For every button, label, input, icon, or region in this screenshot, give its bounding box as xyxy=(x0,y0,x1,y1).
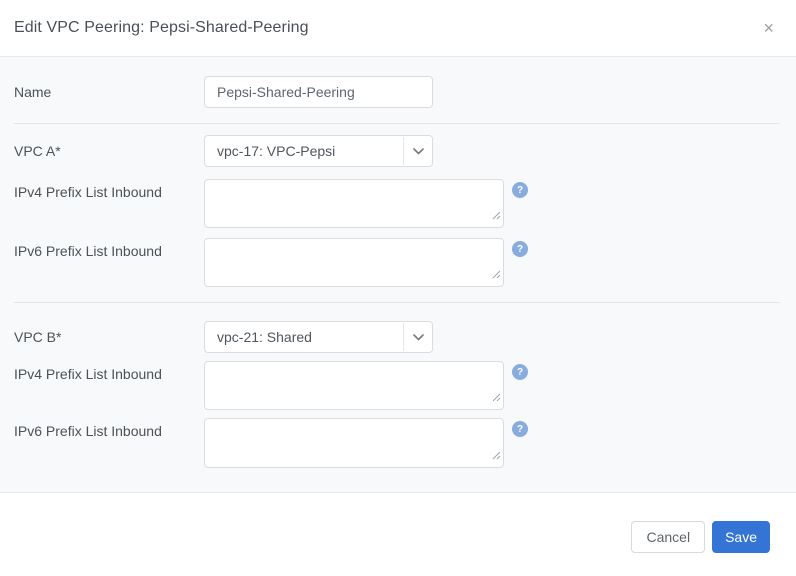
modal-title: Edit VPC Peering: Pepsi-Shared-Peering xyxy=(14,19,759,37)
vpc-b-row: VPC B* vpc-21: Shared xyxy=(14,321,780,353)
help-icon[interactable]: ? xyxy=(512,421,528,437)
help-icon[interactable]: ? xyxy=(512,182,528,198)
name-label: Name xyxy=(14,76,204,108)
vpc-a-ipv6-textarea-wrap xyxy=(204,238,504,287)
vpc-a-label: VPC A* xyxy=(14,135,204,167)
vpc-b-select[interactable]: vpc-21: Shared xyxy=(204,321,433,353)
vpc-a-ipv4-textarea[interactable] xyxy=(204,179,504,228)
section-divider xyxy=(14,123,780,124)
chevron-down-icon xyxy=(404,136,432,166)
chevron-down-icon xyxy=(404,322,432,352)
modal-footer: Cancel Save xyxy=(0,492,796,576)
vpc-a-selected-value: vpc-17: VPC-Pepsi xyxy=(205,136,403,166)
vpc-b-ipv4-label: IPv4 Prefix List Inbound xyxy=(14,361,204,387)
vpc-a-row: VPC A* vpc-17: VPC-Pepsi xyxy=(14,135,780,167)
close-icon[interactable]: × xyxy=(759,17,778,39)
vpc-b-ipv6-textarea[interactable] xyxy=(204,418,504,468)
modal-header: Edit VPC Peering: Pepsi-Shared-Peering × xyxy=(0,0,796,57)
vpc-a-ipv4-textarea-wrap xyxy=(204,179,504,228)
help-icon[interactable]: ? xyxy=(512,364,528,380)
vpc-b-ipv6-label: IPv6 Prefix List Inbound xyxy=(14,418,204,444)
cancel-button[interactable]: Cancel xyxy=(631,521,705,553)
vpc-b-ipv4-textarea-wrap xyxy=(204,361,504,410)
vpc-b-label: VPC B* xyxy=(14,321,204,353)
vpc-b-selected-value: vpc-21: Shared xyxy=(205,322,403,352)
section-divider xyxy=(14,302,780,303)
vpc-a-ipv6-row: IPv6 Prefix List Inbound ? xyxy=(14,238,780,287)
vpc-a-select[interactable]: vpc-17: VPC-Pepsi xyxy=(204,135,433,167)
vpc-a-ipv4-label: IPv4 Prefix List Inbound xyxy=(14,179,204,205)
modal-body: Name VPC A* vpc-17: VPC-Pepsi IPv4 Prefi… xyxy=(0,57,796,492)
vpc-b-ipv6-textarea-wrap xyxy=(204,418,504,468)
save-button[interactable]: Save xyxy=(712,521,770,553)
name-input[interactable] xyxy=(204,76,433,108)
vpc-b-ipv4-row: IPv4 Prefix List Inbound ? xyxy=(14,361,780,410)
vpc-a-ipv6-textarea[interactable] xyxy=(204,238,504,287)
vpc-a-ipv4-row: IPv4 Prefix List Inbound ? xyxy=(14,179,780,228)
vpc-a-ipv6-label: IPv6 Prefix List Inbound xyxy=(14,238,204,264)
vpc-b-ipv4-textarea[interactable] xyxy=(204,361,504,410)
vpc-b-ipv6-row: IPv6 Prefix List Inbound ? xyxy=(14,418,780,468)
help-icon[interactable]: ? xyxy=(512,241,528,257)
name-row: Name xyxy=(14,76,780,108)
edit-vpc-peering-modal: Edit VPC Peering: Pepsi-Shared-Peering ×… xyxy=(0,0,796,576)
